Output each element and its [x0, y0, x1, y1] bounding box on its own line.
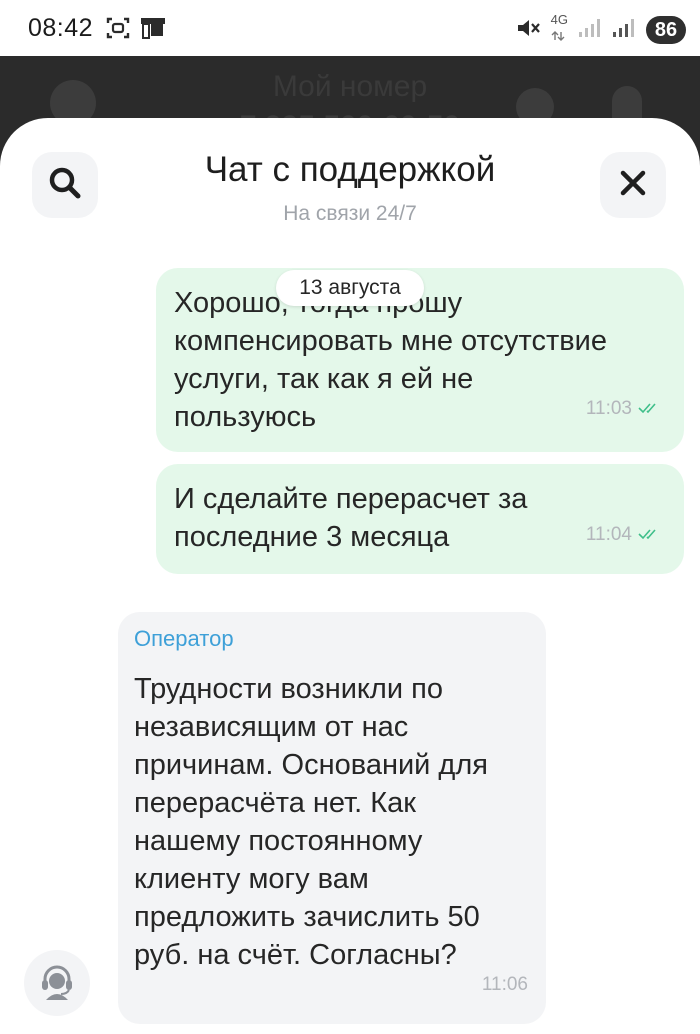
operator-avatar: [24, 950, 90, 1016]
status-time: 08:42: [28, 14, 94, 42]
message-time: 11:04: [585, 524, 632, 545]
network-indicator: 4G: [550, 12, 568, 45]
mute-icon: [515, 16, 541, 44]
read-check-icon: [638, 524, 660, 546]
message-sender: Оператор: [134, 626, 234, 651]
message-outgoing[interactable]: И сделайте перерасчет за последние 3 мес…: [156, 464, 684, 574]
chat-subtitle: На связи 24/7: [283, 202, 417, 225]
close-button[interactable]: [600, 152, 666, 218]
battery-indicator: 86: [646, 15, 686, 44]
status-left-icons: [106, 16, 166, 44]
message-text: Трудности возникли по независящим от нас…: [134, 673, 488, 971]
background-title: Мой номер: [272, 70, 428, 103]
data-arrows-icon: [551, 31, 565, 41]
status-right: 4G 86: [515, 12, 686, 45]
signal-icon-sim1: [578, 17, 602, 43]
message-time: 11:06: [481, 974, 528, 995]
screen-record-icon: [106, 17, 130, 43]
signal-icon-sim2: [612, 17, 636, 43]
network-label: 4G: [550, 12, 568, 27]
headset-operator-icon: [37, 961, 77, 1005]
message-meta: 11:06: [482, 974, 528, 996]
chat-title: Чат с поддержкой: [204, 150, 496, 189]
read-check-icon: [638, 398, 660, 420]
support-chat-sheet: Чат с поддержкой На связи 24/7 Хорошо, т…: [0, 118, 700, 1034]
message-time: 11:03: [585, 398, 632, 419]
message-incoming[interactable]: Оператор Трудности возникли по независящ…: [118, 612, 546, 1024]
date-separator: 13 августа: [276, 270, 424, 306]
close-icon: [618, 168, 648, 202]
cast-icon: [140, 16, 166, 44]
status-bar: 08:42 4G 86: [0, 0, 700, 56]
message-meta: 11:03: [586, 398, 660, 420]
message-meta: 11:04: [586, 524, 660, 546]
